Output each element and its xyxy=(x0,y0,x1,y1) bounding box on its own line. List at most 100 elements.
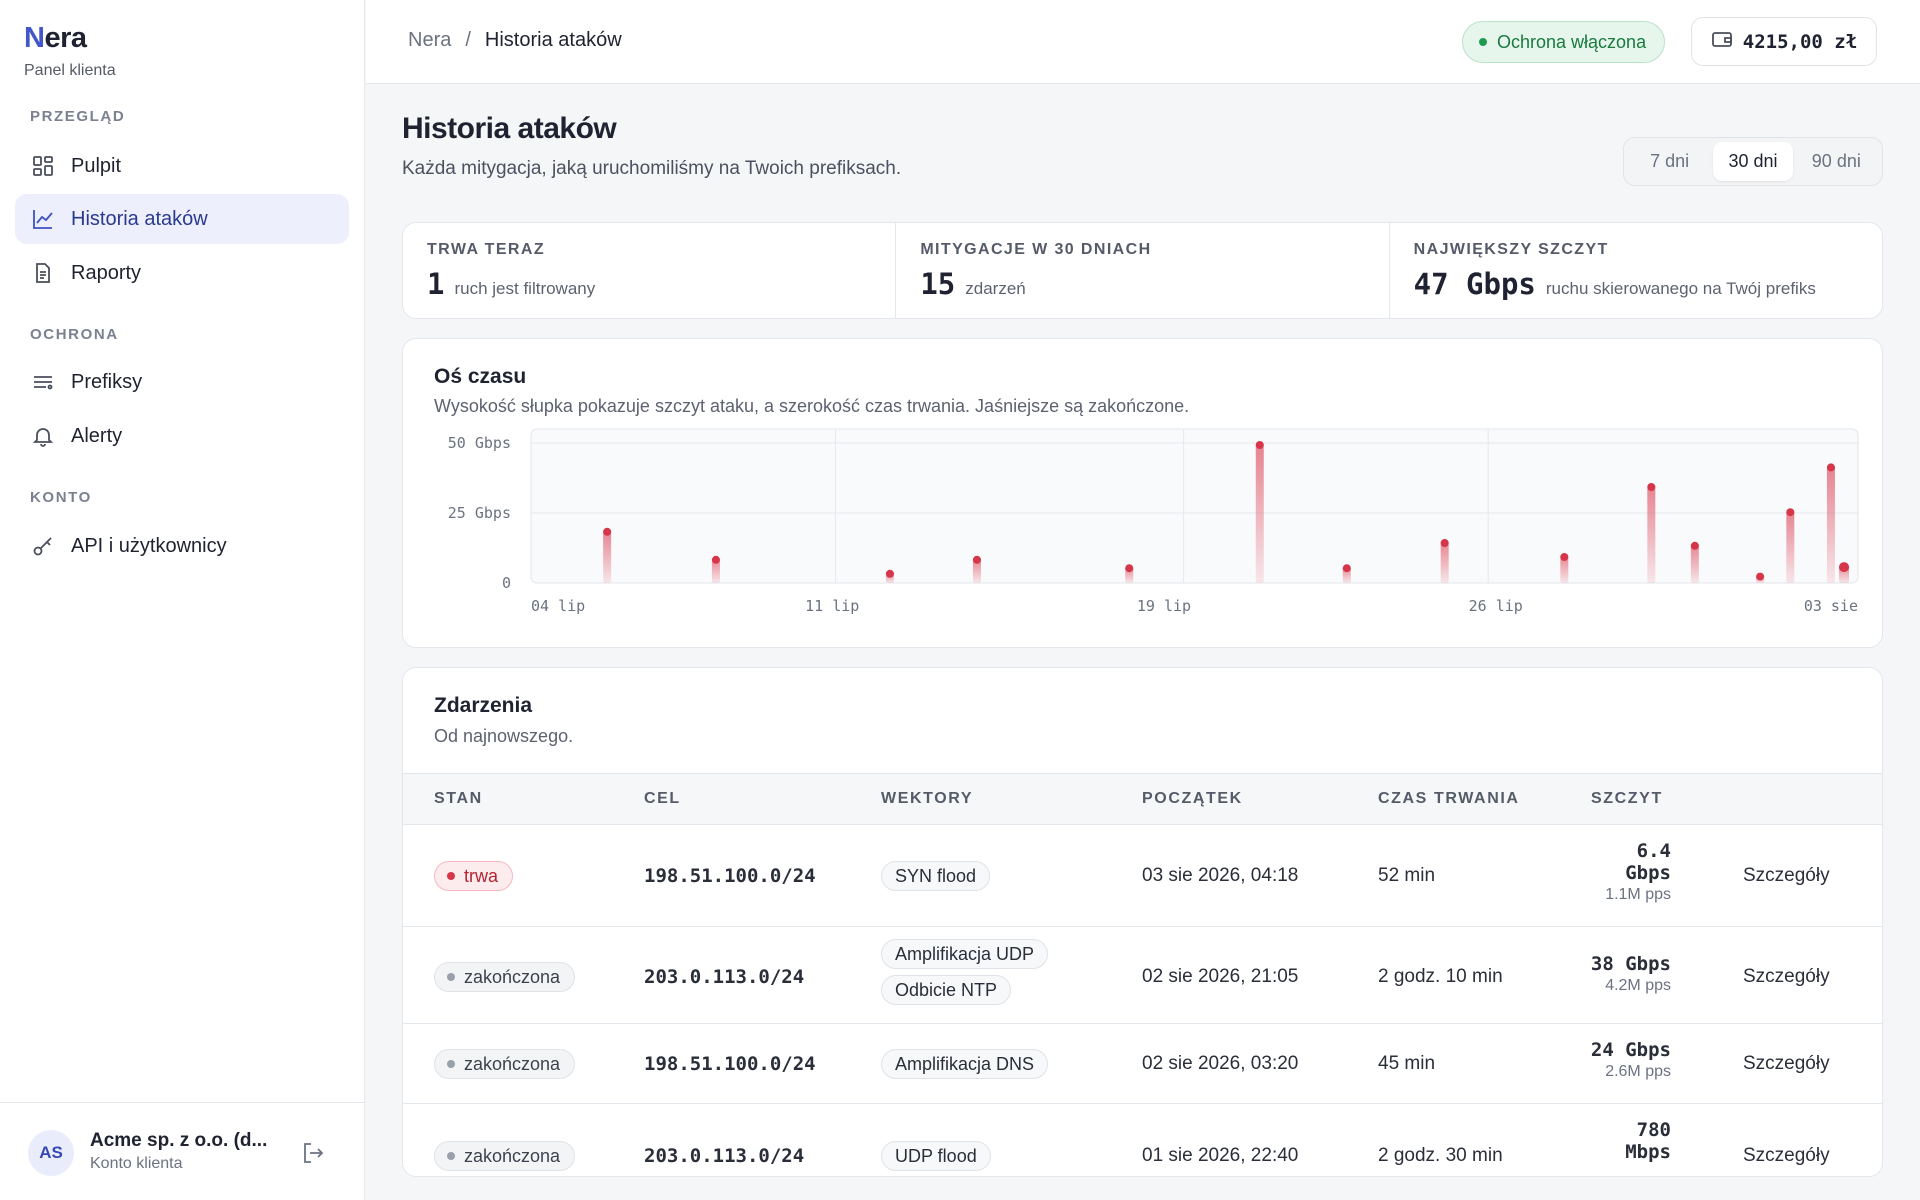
timeline-bar-marker xyxy=(1647,483,1656,491)
x-tick-label: 11 lip xyxy=(805,597,859,615)
column-header-status: STAN xyxy=(434,790,483,807)
timeline-bar-marker xyxy=(972,555,981,564)
balance-button[interactable]: 4215,00 zł xyxy=(1691,17,1877,66)
peak-cell: 38 Gbps 4.2M pps xyxy=(1551,953,1671,995)
range-option-30d[interactable]: 30 dni xyxy=(1713,142,1793,181)
details-link[interactable]: Szczegóły xyxy=(1743,1053,1830,1075)
stat-value: 47 Gbps xyxy=(1413,267,1536,301)
range-option-7d[interactable]: 7 dni xyxy=(1630,142,1709,181)
events-title: Zdarzenia xyxy=(434,694,533,717)
stat-value: 15 xyxy=(920,267,956,301)
sidebar-item-prefixes[interactable]: Prefiksy xyxy=(15,357,349,407)
y-tick-label: 25 Gbps xyxy=(448,504,511,522)
sidebar-item-dashboard[interactable]: Pulpit xyxy=(15,141,349,191)
breadcrumb-separator: / xyxy=(465,29,471,51)
peak-value: 38 Gbps xyxy=(1590,953,1671,975)
table-row[interactable]: zakończona 198.51.100.0/24 Amplifikacja … xyxy=(403,1024,1882,1104)
status-label: trwa xyxy=(464,865,499,886)
sidebar-item-reports[interactable]: Raporty xyxy=(15,248,349,298)
vectors-cell: SYN flood xyxy=(881,861,991,891)
status-label: zakończona xyxy=(464,1053,561,1074)
peak-pps: 4.2M pps xyxy=(1605,977,1671,994)
timeline-card: Oś czasu Wysokość słupka pokazuje szczyt… xyxy=(402,338,1883,648)
timeline-bar-marker xyxy=(1342,564,1351,573)
stats-card: TRWA TERAZ 1 ruch jest filtrowany MITYGAC… xyxy=(402,222,1883,319)
sidebar-item-label: Pulpit xyxy=(71,154,122,177)
timeline-bar-marker xyxy=(603,527,612,536)
status-dot-icon xyxy=(447,872,455,880)
top-bar: Nera / Historia ataków Ochrona włączona … xyxy=(366,0,1920,84)
stat-text: ruch jest filtrowany xyxy=(454,279,596,298)
peak-pps: 1.1M pps xyxy=(1605,886,1671,903)
logout-icon[interactable] xyxy=(300,1140,326,1166)
peak-cell: 780 Mbps xyxy=(1551,1119,1671,1163)
breadcrumb-root[interactable]: Nera xyxy=(408,29,451,52)
document-icon xyxy=(31,261,55,285)
timeline-bar-marker xyxy=(1839,562,1850,573)
peak-unit: Gbps xyxy=(1625,862,1671,884)
y-tick-label: 0 xyxy=(502,574,511,592)
timeline-bar-marker xyxy=(1560,553,1569,561)
stat-value: 1 xyxy=(427,267,445,301)
sidebar-item-label: Raporty xyxy=(71,261,142,284)
x-tick-label: 03 sie xyxy=(1804,597,1858,615)
brand-logo-initial: N xyxy=(24,22,45,54)
duration: 2 godz. 10 min xyxy=(1378,966,1503,987)
timeline-chart: 50 Gbps 25 Gbps 0 04 lip 11 lip 19 lip 26 lip 0… xyxy=(448,428,1859,615)
column-header-peak: SZCZYT xyxy=(1591,790,1663,807)
stat-text: ruchu skierowanego na Twój prefiks xyxy=(1545,279,1816,298)
vectors-cell: Amplifikacja UDP Odbicie NTP xyxy=(881,939,1049,1005)
details-link[interactable]: Szczegóły xyxy=(1743,966,1830,988)
start-time: 02 sie 2026, 21:05 xyxy=(1142,966,1299,987)
status-cell: zakończona xyxy=(434,962,576,992)
timeline-bar-marker xyxy=(1440,539,1449,547)
timeline-bar-marker xyxy=(1125,564,1134,573)
wallet-icon xyxy=(1711,29,1733,55)
vectors-cell: UDP flood xyxy=(881,1141,991,1171)
stat-mitigations: MITYGACJE W 30 DNIACH 15 zdarzeń xyxy=(896,223,1390,318)
brand-subtitle: Panel klienta xyxy=(24,62,116,79)
table-row[interactable]: zakończona 203.0.113.0/24 Amplifikacja U… xyxy=(403,927,1882,1024)
timeline-bar xyxy=(603,529,612,583)
timeline-bar xyxy=(1440,541,1449,583)
avatar[interactable]: AS xyxy=(28,1130,74,1176)
status-cell: zakończona xyxy=(434,1141,576,1171)
peak-unit: Mbps xyxy=(1625,1141,1671,1163)
list-icon xyxy=(31,370,55,394)
timeline-bar xyxy=(1255,443,1264,583)
table-row[interactable]: zakończona 203.0.113.0/24 UDP flood 01 s… xyxy=(403,1104,1882,1176)
timeline-bar-marker xyxy=(1756,572,1765,581)
range-option-90d[interactable]: 90 dni xyxy=(1797,142,1876,181)
sidebar-item-attack-history[interactable]: Historia ataków xyxy=(15,194,349,244)
x-tick-label: 04 lip xyxy=(531,597,585,615)
timeline-bar xyxy=(1647,485,1656,583)
brand-logo[interactable]: Nera xyxy=(24,22,87,55)
peak-value: 24 Gbps xyxy=(1590,1039,1671,1061)
sidebar-item-label: Historia ataków xyxy=(71,207,208,230)
start-time: 03 sie 2026, 04:18 xyxy=(1142,865,1299,886)
protection-status-badge: Ochrona włączona xyxy=(1462,21,1666,63)
page-title: Historia ataków xyxy=(402,112,617,145)
stat-label: MITYGACJE W 30 DNIACH xyxy=(920,241,1152,258)
sidebar-item-api-users[interactable]: API i użytkownicy xyxy=(15,521,349,571)
breadcrumb-current: Historia ataków xyxy=(484,29,622,51)
timeline-subtitle: Wysokość słupka pokazuje szczyt ataku, a… xyxy=(434,396,1190,416)
timeline-bar xyxy=(1786,510,1795,583)
vectors-cell: Amplifikacja DNS xyxy=(881,1049,1049,1079)
start-time: 02 sie 2026, 03:20 xyxy=(1142,1053,1299,1074)
status-badge: zakończona xyxy=(434,1049,576,1079)
table-row[interactable]: trwa 198.51.100.0/24 SYN flood 03 sie 20… xyxy=(403,825,1882,927)
chart-line-icon xyxy=(31,207,55,231)
column-header-target: CEL xyxy=(644,790,681,807)
target-prefix: 198.51.100.0/24 xyxy=(644,865,816,887)
details-link[interactable]: Szczegóły xyxy=(1743,865,1830,887)
peak-cell: 6.4 Gbps 1.1M pps xyxy=(1551,840,1671,904)
nav-section-account: KONTO xyxy=(30,489,92,506)
details-link[interactable]: Szczegóły xyxy=(1743,1145,1830,1167)
timeline-bar-marker xyxy=(1255,441,1264,449)
target-prefix: 203.0.113.0/24 xyxy=(644,1145,805,1167)
duration: 52 min xyxy=(1378,865,1436,886)
events-card: Zdarzenia Od najnowszego. STAN CEL WEKTO… xyxy=(402,667,1883,1177)
sidebar-item-alerts[interactable]: Alerty xyxy=(15,411,349,461)
timeline-bar-marker xyxy=(1690,541,1699,550)
